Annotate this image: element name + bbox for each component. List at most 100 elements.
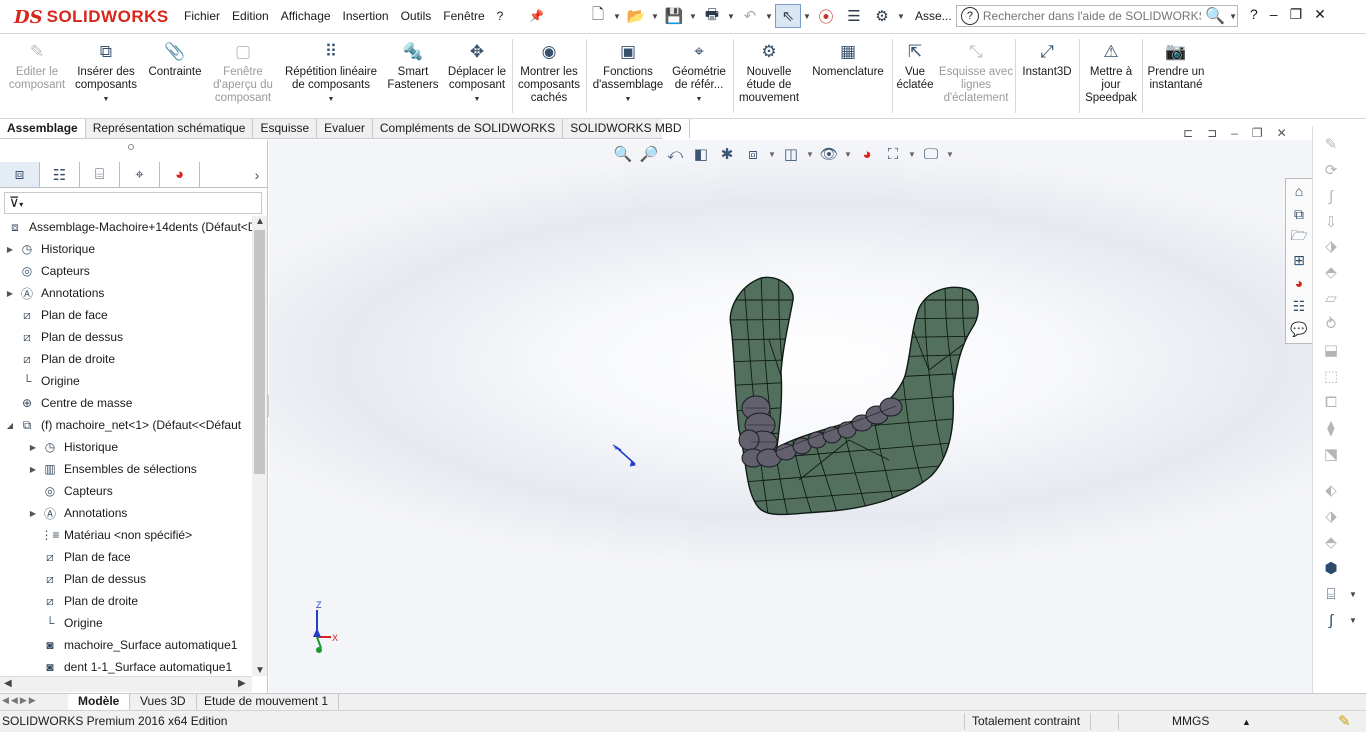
tree-item-capteurs-2[interactable]: ◎ Capteurs — [27, 480, 113, 502]
tree-item-annotations-2[interactable]: ▶ Ⓐ Annotations — [27, 502, 127, 524]
trim-surface-icon[interactable]: ⬘ — [1321, 532, 1341, 552]
expand-arrow-icon[interactable]: ▶ — [4, 289, 16, 298]
expand-arrow-icon[interactable]: ▶ — [4, 245, 16, 254]
view-settings-icon[interactable]: 🖵 — [920, 146, 942, 163]
tree-filter-field[interactable]: ⊽▾ — [4, 192, 262, 214]
tree-item-machoire-part[interactable]: ◢ ⧉ (f) machoire_net<1> (Défaut<<Défaut — [4, 414, 241, 436]
filter-funnel-icon[interactable]: ⊽ — [9, 194, 19, 210]
tree-item-annotations[interactable]: ▶ Ⓐ Annotations — [4, 282, 104, 304]
chevron-down-icon[interactable]: ▾ — [19, 200, 23, 209]
tile-right-icon[interactable]: ⊐ — [1207, 126, 1217, 140]
show-hidden-button[interactable]: ◉ Montrer les composants cachés — [516, 39, 582, 105]
tab-navigation-arrows[interactable]: ◀◀▶▶ — [2, 695, 38, 706]
tree-item-centre-masse[interactable]: ⊕ Centre de masse — [4, 392, 132, 414]
chevron-down-icon[interactable]: ▼ — [908, 150, 916, 159]
previous-view-icon[interactable]: ⤺ — [664, 146, 686, 163]
chevron-down-icon[interactable]: ▼ — [1229, 12, 1237, 21]
take-snapshot-button[interactable]: 📷 Prendre un instantané — [1145, 39, 1207, 92]
shell-icon[interactable]: ⧠ — [1321, 392, 1341, 412]
scroll-up-icon[interactable]: ▲ — [255, 216, 265, 227]
loft-icon[interactable]: ⬗ — [1321, 236, 1341, 256]
surface-plane-icon[interactable]: ▱ — [1321, 288, 1341, 308]
sweep-icon[interactable]: ∫ — [1321, 186, 1341, 206]
instant3d-button[interactable]: ⤢ Instant3D — [1018, 39, 1076, 79]
tree-item-capteurs[interactable]: ◎ Capteurs — [4, 260, 90, 282]
graphics-viewport[interactable]: * Z X — [269, 140, 1313, 693]
solid-box-icon[interactable]: ⬢ — [1321, 558, 1341, 578]
save-icon[interactable]: 💾 — [661, 4, 687, 28]
reference-plane-icon[interactable]: ⌸ — [1321, 584, 1341, 604]
select-cursor-icon[interactable]: ⇖ — [775, 4, 801, 28]
menu-help[interactable]: ? — [491, 7, 510, 25]
search-icon[interactable]: 🔍 — [1205, 6, 1225, 26]
status-tag-icon[interactable]: ✎ — [1338, 712, 1351, 730]
chevron-down-icon[interactable]: ▼ — [946, 150, 954, 159]
units-up-icon[interactable]: ▲ — [1242, 717, 1251, 727]
menu-edition[interactable]: Edition — [226, 7, 275, 25]
chevron-down-icon[interactable]: ▼ — [444, 93, 510, 106]
revolve-icon[interactable]: ⥁ — [1321, 314, 1341, 334]
tab-modele[interactable]: Modèle — [68, 694, 131, 710]
menu-fichier[interactable]: Fichier — [178, 7, 226, 25]
chevron-right-icon[interactable]: › — [246, 162, 268, 187]
solidworks-logo[interactable]: DS SOLIDWORKS — [14, 6, 169, 28]
expand-arrow-icon[interactable]: ▶ — [27, 443, 39, 452]
tree-item-plan-face[interactable]: ⧄ Plan de face — [4, 304, 108, 326]
menu-fenetre[interactable]: Fenêtre — [437, 7, 490, 25]
forum-icon[interactable]: 💬 — [1289, 319, 1309, 339]
tab-mbd[interactable]: SOLIDWORKS MBD — [563, 119, 690, 138]
jaw-mesh[interactable] — [729, 276, 979, 516]
help-search-box[interactable]: ? 🔍 ▼ — [956, 5, 1238, 27]
knit-icon[interactable]: ⧫ — [1321, 418, 1341, 438]
tab-vues-3d[interactable]: Vues 3D — [130, 694, 197, 710]
panel-grip-icon[interactable] — [128, 144, 134, 150]
custom-properties-icon[interactable]: ☷ — [1289, 296, 1309, 316]
chevron-down-icon[interactable]: ▼ — [668, 93, 730, 106]
expand-arrow-icon[interactable]: ▶ — [27, 465, 39, 474]
scroll-left-icon[interactable]: ◀ — [4, 678, 12, 689]
boundary-icon[interactable]: ⬘ — [1321, 262, 1341, 282]
dimxpert-crosshair-icon[interactable]: ⌖ — [120, 162, 160, 187]
chevron-down-icon[interactable]: ▼ — [613, 12, 621, 21]
chevron-down-icon[interactable]: ▼ — [727, 12, 735, 21]
doc-minimize-icon[interactable]: – — [1231, 126, 1238, 140]
tab-etude-mouvement[interactable]: Etude de mouvement 1 — [194, 694, 340, 710]
smart-fasteners-button[interactable]: 🔩 Smart Fasteners — [384, 39, 442, 92]
sketch-tool-icon[interactable]: ✎ — [1321, 134, 1341, 154]
tree-item-materiau[interactable]: ⋮≡ Matériau <non spécifié> — [27, 524, 193, 546]
explode-line-sketch-button[interactable]: ⤡ Esquisse avec lignes d'éclatement — [938, 39, 1014, 105]
tree-item-dent-surface[interactable]: ◙ dent 1-1_Surface automatique1 — [27, 656, 232, 676]
scroll-right-icon[interactable]: ▶ — [238, 678, 246, 689]
replace-face-icon[interactable]: ⬗ — [1321, 506, 1341, 526]
edit-component-button[interactable]: ✎ Editer le composant — [4, 39, 70, 92]
curves-icon[interactable]: ∫ — [1321, 610, 1341, 630]
undo-icon[interactable]: ↶ — [737, 4, 763, 28]
design-library-icon[interactable]: ⧉ — [1289, 204, 1309, 224]
tab-assemblage[interactable]: Assemblage — [0, 119, 86, 138]
collapse-arrow-icon[interactable]: ◢ — [4, 421, 16, 430]
truncated-command[interactable]: Asse... — [915, 9, 952, 23]
doc-restore-icon[interactable]: ❐ — [1252, 126, 1263, 140]
help-search-input[interactable] — [982, 9, 1202, 23]
tree-item-plan-face-2[interactable]: ⧄ Plan de face — [27, 546, 131, 568]
component-preview-button[interactable]: ▢ Fenêtre d'aperçu du composant — [208, 39, 278, 105]
restore-icon[interactable]: ❐ — [1290, 6, 1303, 23]
rebuild-traffic-light-icon[interactable]: ⦿ — [813, 4, 839, 28]
thicken-icon[interactable]: ⬔ — [1321, 444, 1341, 464]
new-motion-study-button[interactable]: ⚙ Nouvelle étude de mouvement — [737, 39, 801, 105]
tree-item-machoire-surface[interactable]: ◙ machoire_Surface automatique1 — [27, 634, 237, 656]
doc-close-icon[interactable]: ✕ — [1277, 126, 1287, 140]
zoom-to-area-icon[interactable]: 🔎 — [638, 145, 660, 163]
scrollbar-thumb[interactable] — [254, 230, 265, 474]
bom-button[interactable]: ▦ Nomenclature — [806, 39, 890, 79]
home-icon[interactable]: ⌂ — [1289, 181, 1309, 201]
extrude-down-icon[interactable]: ⇩ — [1321, 212, 1341, 232]
tile-left-icon[interactable]: ⊏ — [1183, 126, 1193, 140]
zoom-to-fit-icon[interactable]: 🔍 — [612, 145, 634, 163]
chevron-down-icon[interactable]: ▼ — [844, 150, 852, 159]
offset-icon[interactable]: ⬚ — [1321, 366, 1341, 386]
featuremanager-tree-icon[interactable]: ⧈ — [0, 162, 40, 187]
fill-icon[interactable]: ⬓ — [1321, 340, 1341, 360]
new-document-icon[interactable]: 🗋 — [585, 4, 611, 28]
options-gear-icon[interactable]: ⚙ — [869, 4, 895, 28]
